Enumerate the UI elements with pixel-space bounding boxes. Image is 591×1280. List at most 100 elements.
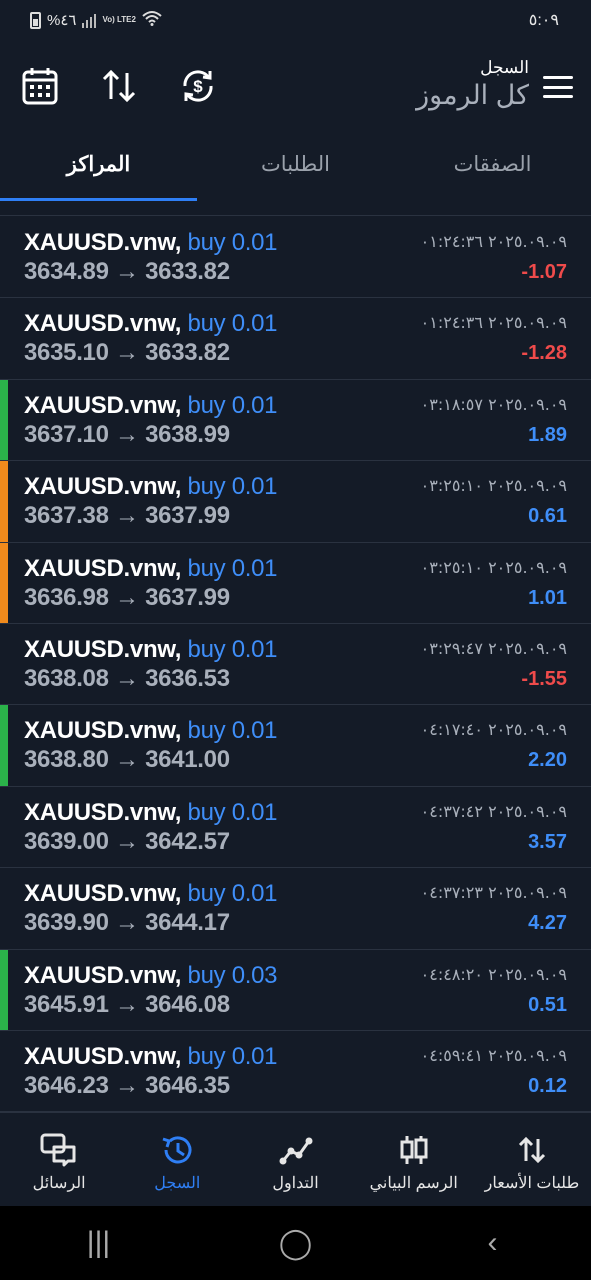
nav-history-label: السجل — [154, 1175, 201, 1192]
bottom-navigation: الرسائل السجل التداول الرسم البياني طلبا… — [0, 1112, 591, 1206]
deal-datetime: ٢٠٢٥.٠٩.٠٩ ٠٣:٢٥:١٠ — [420, 476, 567, 496]
open-price: 3637.38 — [24, 502, 109, 530]
tab-deals[interactable]: الصفقات — [394, 134, 591, 215]
deal-side: buy 0.01 — [187, 310, 278, 338]
deal-prices: 3645.91 → 3646.08 — [24, 991, 230, 1019]
deal-side: buy 0.01 — [187, 798, 278, 826]
wifi-icon — [142, 10, 162, 30]
arrow-icon: → — [115, 583, 139, 611]
deal-symbol: XAUUSD.vnw, buy 0.01 — [24, 798, 278, 826]
deal-side: buy 0.01 — [187, 391, 278, 419]
deal-prices: 3635.10 → 3633.82 — [24, 339, 230, 367]
close-price: 3644.17 — [145, 909, 230, 937]
tab-positions[interactable]: المراكز — [0, 134, 197, 215]
recents-button[interactable]: ||| — [59, 1226, 139, 1260]
deal-symbol: XAUUSD.vnw, buy 0.01 — [24, 880, 278, 908]
deal-prices: 3637.38 → 3637.99 — [24, 502, 230, 530]
deal-row[interactable]: XAUUSD.vnw, buy 0.01 3637.38 → 3637.99 ٢٠٢… — [0, 461, 591, 543]
deal-datetime: ٢٠٢٥.٠٩.٠٩ ٠١:٢٤:٣٦ — [420, 313, 567, 333]
header-title-block[interactable]: السجل كل الرموز — [416, 58, 529, 111]
deal-side: buy 0.03 — [187, 961, 278, 989]
deal-row[interactable]: XAUUSD.vnw, buy 0.01 3646.23 → 3646.35 ٢٠٢… — [0, 1031, 591, 1113]
position-marker — [0, 542, 8, 623]
open-price: 3634.89 — [24, 258, 109, 285]
back-button[interactable]: ‹ — [453, 1226, 533, 1260]
deal-prices: 3638.80 → 3641.00 — [24, 746, 230, 774]
nav-quotes[interactable]: طلبات الأسعار — [473, 1113, 591, 1206]
open-price: 3636.98 — [24, 583, 109, 611]
arrow-icon: → — [115, 339, 139, 367]
status-bar: %٤٦ Vo) LTE2 ٥:٠٩ — [0, 0, 591, 44]
deal-profit: 3.57 — [528, 830, 567, 853]
deal-prices: 3639.00 → 3642.57 — [24, 828, 230, 856]
deals-list: XAUUSD.vnw, buy 0.01 3634.89 → 3633.82 ٢٠٢… — [0, 217, 591, 1113]
deal-symbol: XAUUSD.vnw, buy 0.01 — [24, 473, 278, 501]
deal-row[interactable]: XAUUSD.vnw, buy 0.01 3635.10 → 3633.82 ٢٠٢… — [0, 298, 591, 380]
deal-side: buy 0.01 — [187, 717, 278, 745]
deal-symbol: XAUUSD.vnw, buy 0.01 — [24, 229, 278, 256]
nav-history[interactable]: السجل — [118, 1113, 236, 1206]
deal-symbol: XAUUSD.vnw, buy 0.01 — [24, 310, 278, 338]
nav-messages-label: الرسائل — [32, 1175, 86, 1192]
sort-icon[interactable] — [99, 66, 139, 106]
open-price: 3639.00 — [24, 827, 109, 855]
deal-row[interactable]: XAUUSD.vnw, buy 0.01 3639.00 → 3642.57 ٢٠٢… — [0, 787, 591, 869]
deal-row[interactable]: XAUUSD.vnw, buy 0.01 3638.80 → 3641.00 ٢٠٢… — [0, 705, 591, 787]
open-price: 3646.23 — [24, 1071, 109, 1099]
battery-icon — [30, 11, 41, 29]
deal-profit: -1.07 — [521, 261, 567, 283]
arrow-icon: → — [115, 990, 139, 1018]
nav-messages[interactable]: الرسائل — [0, 1113, 118, 1206]
deal-side: buy 0.01 — [187, 635, 278, 663]
position-marker — [0, 379, 8, 461]
network-type: Vo) LTE2 — [102, 15, 136, 24]
quotes-icon — [518, 1136, 545, 1164]
close-price: 3638.99 — [145, 420, 230, 448]
deal-datetime: ٢٠٢٥.٠٩.٠٩ ٠١:٢٤:٣٦ — [420, 232, 567, 251]
deal-profit: 4.27 — [528, 912, 567, 935]
status-icons: %٤٦ Vo) LTE2 — [30, 10, 162, 30]
deal-profit: 1.89 — [528, 423, 567, 446]
close-price: 3641.00 — [145, 746, 230, 774]
open-price: 3635.10 — [24, 339, 109, 367]
currency-exchange-icon[interactable]: $ — [178, 66, 218, 106]
deal-row[interactable]: XAUUSD.vnw, buy 0.01 3636.98 → 3637.99 ٢٠٢… — [0, 542, 591, 624]
deal-row[interactable]: XAUUSD.vnw, buy 0.01 3638.08 → 3636.53 ٢٠٢… — [0, 624, 591, 706]
calendar-icon[interactable] — [20, 66, 60, 106]
deal-row[interactable]: XAUUSD.vnw, buy 0.01 3639.90 → 3644.17 ٢٠٢… — [0, 868, 591, 950]
deal-symbol: XAUUSD.vnw, buy 0.03 — [24, 961, 278, 989]
deal-profit: 1.01 — [528, 586, 567, 609]
arrow-icon: → — [115, 258, 139, 285]
nav-trade[interactable]: التداول — [236, 1113, 354, 1206]
close-price: 3646.08 — [145, 990, 230, 1018]
arrow-icon: → — [115, 827, 139, 855]
svg-text:$: $ — [193, 77, 203, 96]
deal-row[interactable]: XAUUSD.vnw, buy 0.01 3637.10 → 3638.99 ٢٠٢… — [0, 379, 591, 462]
deal-row[interactable]: XAUUSD.vnw, buy 0.01 3634.89 → 3633.82 ٢٠٢… — [0, 217, 591, 299]
deal-profit: 0.12 — [528, 1074, 567, 1097]
arrow-icon: → — [115, 664, 139, 692]
arrow-icon: → — [115, 746, 139, 774]
deal-side: buy 0.01 — [187, 473, 278, 501]
position-marker — [0, 705, 8, 786]
deal-profit: 0.61 — [528, 505, 567, 528]
trade-icon — [279, 1137, 312, 1165]
tab-orders[interactable]: الطلبات — [197, 134, 394, 215]
home-button[interactable]: ◯ — [256, 1226, 336, 1261]
history-tabs: المراكز الطلبات الصفقات — [0, 134, 591, 216]
position-marker — [0, 461, 8, 542]
close-price: 3637.99 — [145, 502, 230, 530]
menu-icon[interactable] — [543, 76, 573, 98]
symbol-filter[interactable]: كل الرموز — [416, 80, 529, 111]
deal-symbol: XAUUSD.vnw, buy 0.01 — [24, 717, 278, 745]
nav-chart[interactable]: الرسم البياني — [355, 1113, 473, 1206]
deal-side: buy 0.01 — [187, 229, 278, 256]
deal-row[interactable]: XAUUSD.vnw, buy 0.03 3645.91 → 3646.08 ٢٠٢… — [0, 949, 591, 1031]
close-price: 3642.57 — [145, 827, 230, 855]
deal-prices: 3638.08 → 3636.53 — [24, 665, 230, 693]
page-title: السجل — [480, 58, 529, 77]
deal-profit: 0.51 — [528, 993, 567, 1016]
deal-prices: 3639.90 → 3644.17 — [24, 909, 230, 937]
open-price: 3637.10 — [24, 420, 109, 448]
deal-symbol: XAUUSD.vnw, buy 0.01 — [24, 635, 278, 663]
